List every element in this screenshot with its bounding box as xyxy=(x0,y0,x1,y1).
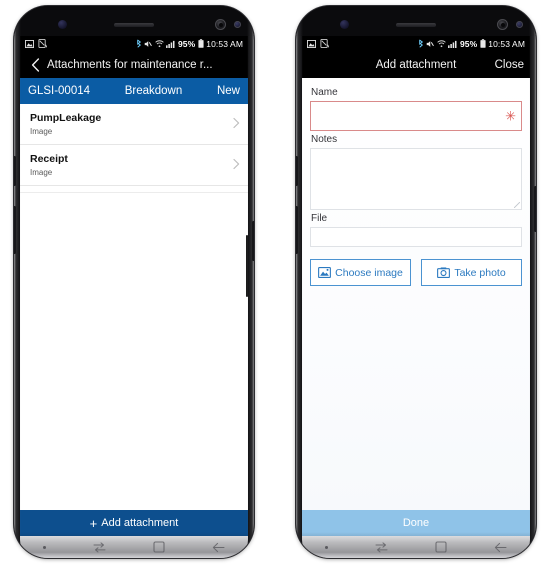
phone-screen-right: 95% 10:53 AM Add attachment Close Name ✳… xyxy=(302,36,530,536)
proximity-sensor-icon xyxy=(516,21,523,28)
proximity-sensor-icon xyxy=(234,21,241,28)
attachment-type: Image xyxy=(30,168,53,178)
dot-icon[interactable] xyxy=(325,545,329,549)
android-nav-bar-left xyxy=(20,536,248,558)
done-label: Done xyxy=(402,517,430,529)
mute-icon xyxy=(144,40,153,48)
battery-icon xyxy=(480,39,486,48)
phone-screen-left: 95% 10:53 AM Attachments for maintenance… xyxy=(20,36,248,536)
front-camera-icon xyxy=(497,19,508,30)
take-photo-button[interactable]: Take photo xyxy=(421,259,522,286)
power-button-right[interactable] xyxy=(534,186,536,232)
attachment-name: Receipt xyxy=(30,153,68,166)
name-field[interactable]: ✳ xyxy=(310,101,522,131)
phone-device-right: 95% 10:53 AM Add attachment Close Name ✳… xyxy=(296,6,536,558)
camera-icon xyxy=(437,267,451,278)
iris-sensor-icon xyxy=(58,20,67,29)
battery-percent-label: 95% xyxy=(177,38,196,49)
record-id-label: GLSI-00014 xyxy=(28,85,91,97)
app-header-right: Add attachment Close xyxy=(302,51,530,78)
add-attachment-form-area: Name ✳ Notes File Choose image Take phot… xyxy=(302,78,530,510)
scrollbar-thumb[interactable] xyxy=(245,235,248,297)
android-nav-bar-right xyxy=(302,536,530,558)
recents-icon[interactable] xyxy=(375,541,388,553)
picture-icon xyxy=(318,267,332,278)
device-top-bezel xyxy=(296,6,536,36)
attachments-scroll-area: GLSI-00014 Breakdown New PumpLeakage Ima… xyxy=(20,78,248,510)
scrollbar-track[interactable] xyxy=(245,120,248,302)
bluetooth-icon xyxy=(136,39,142,48)
device-top-bezel xyxy=(14,6,254,36)
clock-label: 10:53 AM xyxy=(488,38,525,49)
choose-image-label: Choose image xyxy=(335,266,403,279)
earpiece-speaker xyxy=(114,23,154,27)
bluetooth-icon xyxy=(418,39,424,48)
home-icon[interactable] xyxy=(153,541,165,553)
page-title: Add attachment xyxy=(375,58,457,71)
recents-icon[interactable] xyxy=(93,541,106,553)
attachment-name: PumpLeakage xyxy=(30,112,102,124)
battery-percent-label: 95% xyxy=(459,38,478,49)
add-attachment-button[interactable]: + Add attachment xyxy=(20,510,248,536)
clock-label: 10:53 AM xyxy=(206,38,243,49)
no-sim-card-icon xyxy=(320,39,329,48)
file-field[interactable] xyxy=(310,227,522,247)
front-camera-icon xyxy=(215,19,226,30)
status-bar-left: 95% 10:53 AM xyxy=(20,36,248,51)
back-arrow-icon[interactable] xyxy=(494,542,507,553)
screen-content-right: Name ✳ Notes File Choose image Take phot… xyxy=(302,78,530,536)
add-attachment-form: Name ✳ Notes File Choose image Take phot… xyxy=(302,78,530,510)
notes-field-label: Notes xyxy=(311,134,338,145)
record-type-label: Breakdown xyxy=(124,85,183,97)
app-header-left: Attachments for maintenance r... xyxy=(20,51,248,78)
chevron-right-icon xyxy=(233,117,240,131)
close-button[interactable]: Close xyxy=(495,59,524,71)
screen-content-left: GLSI-00014 Breakdown New PumpLeakage Ima… xyxy=(20,78,248,536)
choose-image-button[interactable]: Choose image xyxy=(310,259,411,286)
volume-button-right[interactable] xyxy=(296,156,298,186)
list-bottom-divider xyxy=(20,186,248,194)
done-button[interactable]: Done xyxy=(302,510,530,536)
status-bar-right: 95% 10:53 AM xyxy=(302,36,530,51)
name-field-label: Name xyxy=(311,87,338,98)
chevron-left-icon[interactable] xyxy=(27,57,43,72)
plus-icon: + xyxy=(89,515,98,531)
required-marker-icon: ✳ xyxy=(505,108,516,124)
resize-handle[interactable] xyxy=(514,202,520,208)
no-sim-card-icon xyxy=(38,39,47,48)
status-badge: New xyxy=(216,85,240,97)
signal-bars-icon xyxy=(166,40,175,48)
back-arrow-icon[interactable] xyxy=(212,542,225,553)
chevron-right-icon xyxy=(233,159,240,172)
file-field-label: File xyxy=(311,213,328,224)
home-icon[interactable] xyxy=(435,541,447,553)
battery-icon xyxy=(198,39,204,48)
wifi-icon xyxy=(155,39,164,48)
attachment-type: Image xyxy=(30,127,53,137)
screenshot-canvas: 95% 10:53 AM Attachments for maintenance… xyxy=(0,0,551,570)
wifi-icon xyxy=(437,39,446,48)
list-item[interactable]: PumpLeakage Image xyxy=(20,104,248,146)
dot-icon[interactable] xyxy=(43,545,47,549)
record-summary-bar: GLSI-00014 Breakdown New xyxy=(20,78,248,104)
earpiece-speaker xyxy=(396,23,436,27)
phone-device-left: 95% 10:53 AM Attachments for maintenance… xyxy=(14,6,254,558)
mute-icon xyxy=(426,40,435,48)
bixby-button-right[interactable] xyxy=(296,206,298,254)
image-source-buttons: Choose image Take photo xyxy=(310,259,522,286)
notes-field[interactable] xyxy=(310,148,522,210)
volume-button-left[interactable] xyxy=(14,156,16,186)
attachment-list: PumpLeakage Image Receipt Image xyxy=(20,104,248,194)
take-photo-label: Take photo xyxy=(454,266,506,279)
signal-bars-icon xyxy=(448,40,457,48)
add-attachment-label: Add attachment xyxy=(101,517,179,529)
image-icon xyxy=(25,39,34,48)
iris-sensor-icon xyxy=(340,20,349,29)
page-title: Attachments for maintenance r... xyxy=(47,58,213,71)
list-item[interactable]: Receipt Image xyxy=(20,145,248,187)
image-icon xyxy=(307,39,316,48)
power-button-left[interactable] xyxy=(252,221,254,261)
bixby-button-left[interactable] xyxy=(14,206,16,254)
